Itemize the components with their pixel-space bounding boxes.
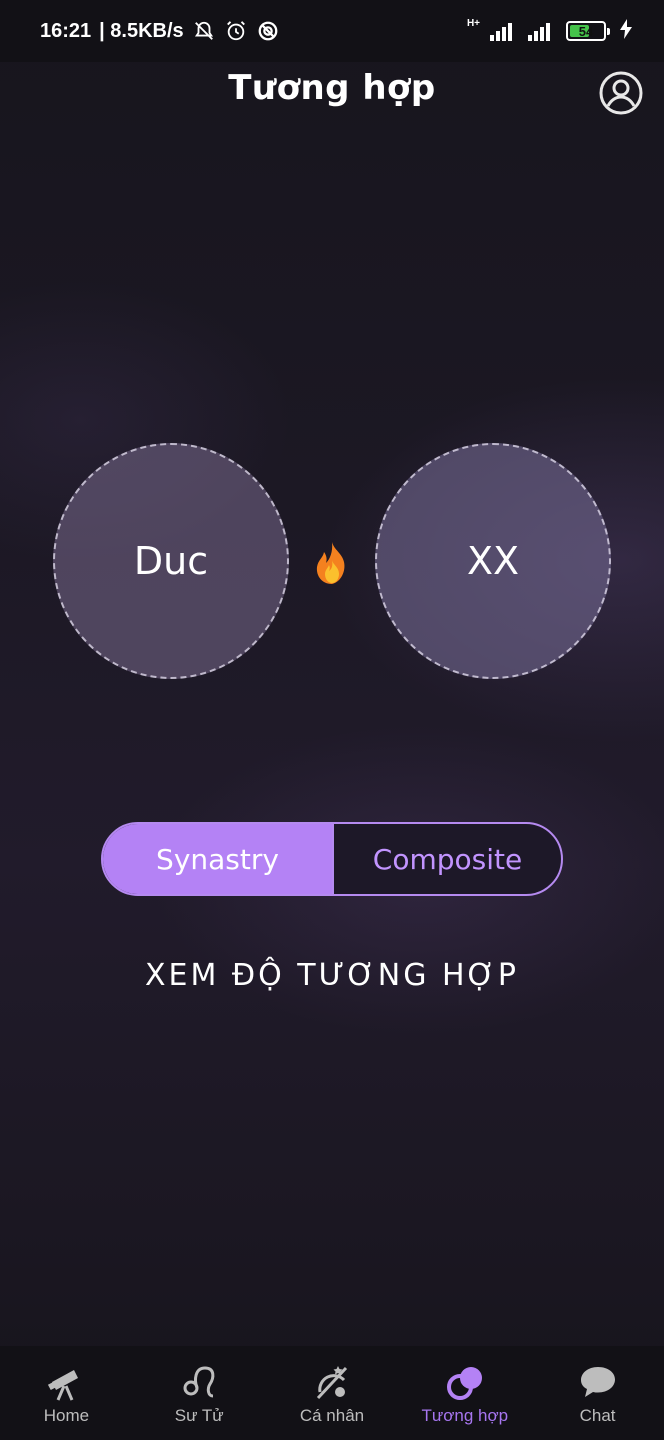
fire-icon xyxy=(312,540,352,586)
nav-item-home[interactable]: Home xyxy=(0,1346,133,1440)
nav-label-compatibility: Tương hợp xyxy=(421,1406,509,1425)
composite-tab[interactable]: Composite xyxy=(332,824,561,894)
status-time: 16:21 xyxy=(40,19,92,42)
network-type-icon: H+ xyxy=(466,17,480,29)
status-bar: 16:21 | 8.5KB/s H+ 54 xyxy=(0,0,664,62)
nav-item-chat[interactable]: Chat xyxy=(531,1346,664,1440)
telescope-icon xyxy=(48,1370,79,1401)
bottom-nav: Home Sư Tử Cá nhân Tương hợp Chat xyxy=(0,1346,664,1440)
page-title: Tương hợp xyxy=(228,68,436,108)
nav-label-chat: Chat xyxy=(579,1406,616,1425)
account-circle-icon[interactable] xyxy=(598,70,644,116)
network-speed: | 8.5KB/s xyxy=(99,19,184,42)
battery-icon: 54 xyxy=(566,21,610,41)
status-left: 16:21 | 8.5KB/s xyxy=(40,19,280,43)
nav-item-compatibility[interactable]: Tương hợp xyxy=(398,1346,531,1440)
mute-icon xyxy=(192,19,216,43)
person-one-name: Duc xyxy=(133,539,209,583)
nav-label-personal: Cá nhân xyxy=(299,1406,365,1425)
person-one-circle[interactable]: Duc xyxy=(53,443,289,679)
chat-bubble-icon xyxy=(580,1367,615,1397)
personal-chart-icon xyxy=(316,1366,348,1400)
compatibility-icon xyxy=(446,1367,482,1400)
battery-level: 54 xyxy=(578,23,594,39)
view-compatibility-button[interactable]: XEM ĐỘ TƯƠNG HỢP xyxy=(0,958,664,993)
nav-label-home: Home xyxy=(43,1406,90,1425)
nav-item-sign[interactable]: Sư Tử xyxy=(133,1346,266,1440)
mode-toggle: Synastry Composite xyxy=(101,822,563,896)
synastry-tab[interactable]: Synastry xyxy=(103,824,332,894)
nav-item-personal[interactable]: Cá nhân xyxy=(266,1346,399,1440)
leo-icon xyxy=(183,1366,215,1398)
signal-icon xyxy=(490,21,512,41)
sync-icon xyxy=(256,19,280,43)
nav-label-sign: Sư Tử xyxy=(174,1406,224,1425)
signal-icon xyxy=(528,21,550,41)
person-two-name: XX xyxy=(466,539,520,583)
status-right: H+ 54 xyxy=(466,17,632,44)
person-two-circle[interactable]: XX xyxy=(375,443,611,679)
alarm-icon xyxy=(224,19,248,43)
charging-icon xyxy=(620,18,632,44)
